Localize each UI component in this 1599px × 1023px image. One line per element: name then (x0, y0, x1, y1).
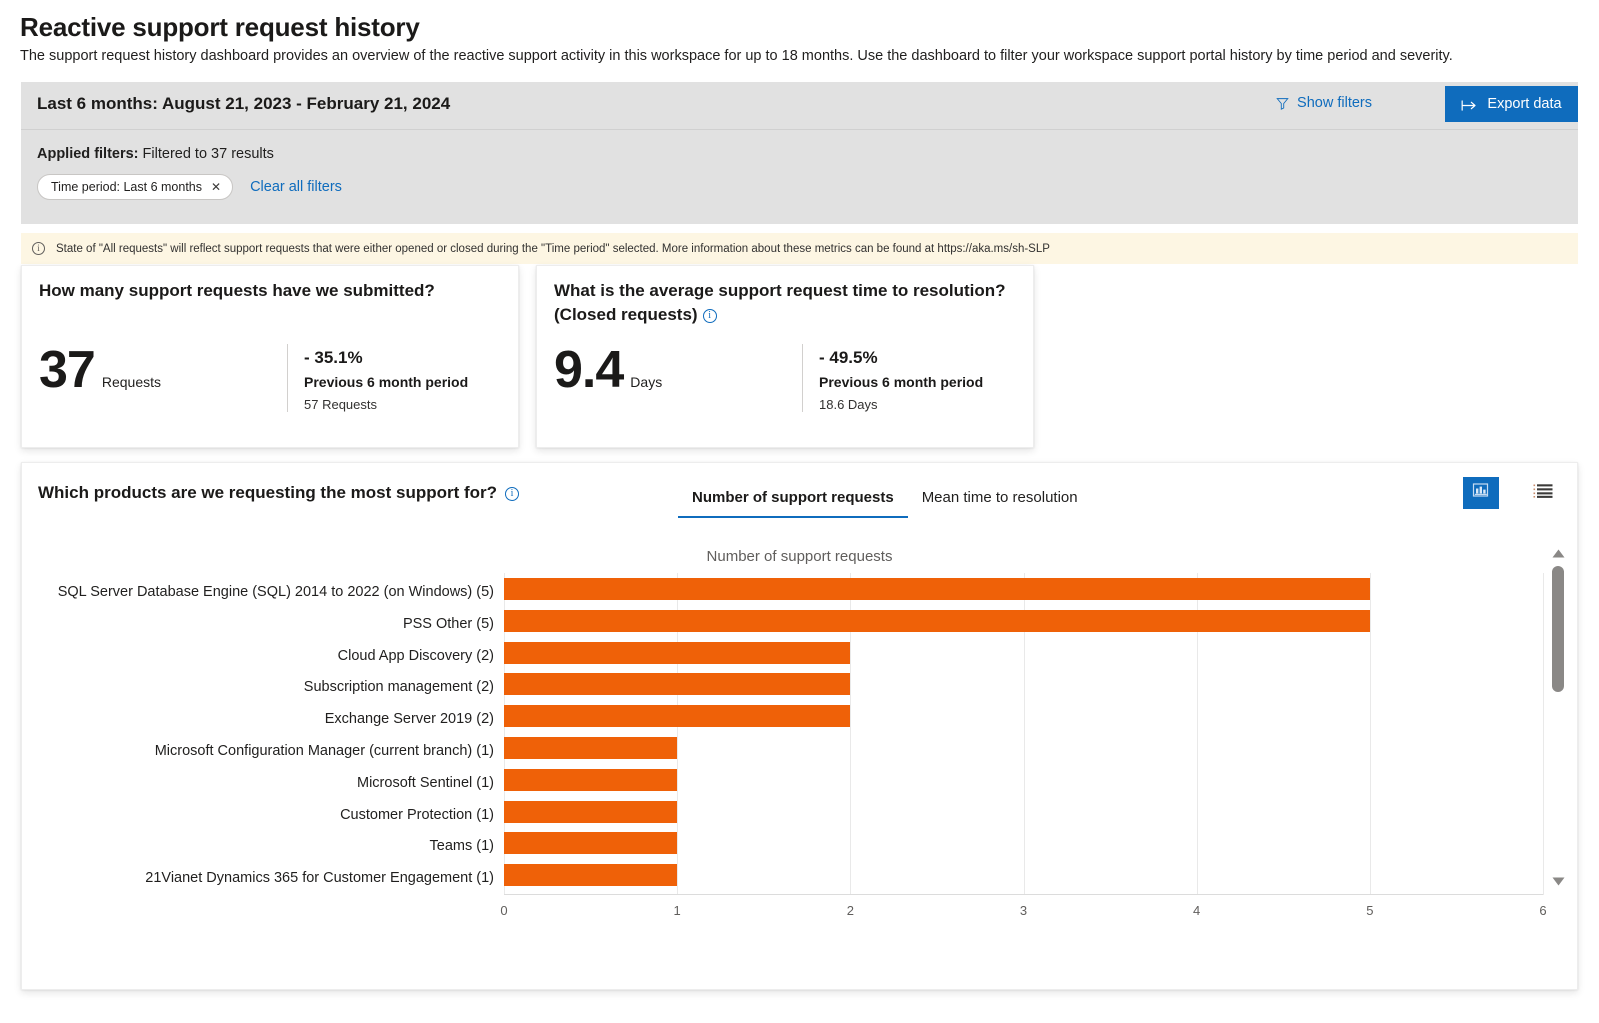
bar-chart-icon (1472, 482, 1490, 504)
chart-bar[interactable] (504, 705, 851, 728)
close-icon[interactable]: ✕ (211, 181, 221, 193)
kpi-previous-value: 57 Requests (304, 397, 377, 412)
kpi-main-value-group: 37 Requests (39, 344, 287, 412)
bar-chart-plot: SQL Server Database Engine (SQL) 2014 to… (22, 573, 1547, 918)
bar-category-label: Microsoft Configuration Manager (current… (154, 742, 494, 759)
filter-chips-row: Time period: Last 6 months ✕ Clear all f… (37, 174, 1562, 200)
filter-panel: Last 6 months: August 21, 2023 - Februar… (21, 82, 1578, 224)
kpi-card-requests: How many support requests have we submit… (21, 265, 519, 448)
chart-bar[interactable] (504, 768, 678, 791)
kpi-comparison: - 35.1% Previous 6 month period 57 Reque… (287, 344, 468, 412)
kpi-main-value-group: 9.4 Days (554, 344, 802, 412)
scrollbar-track[interactable] (1550, 562, 1567, 873)
chart-bar[interactable] (504, 641, 851, 664)
chevron-up-icon[interactable] (1550, 545, 1567, 562)
export-data-button[interactable]: Export data (1445, 86, 1578, 122)
chevron-down-icon[interactable] (1550, 873, 1567, 890)
bar-category-label: Microsoft Sentinel (1) (357, 774, 494, 791)
chart-bar[interactable] (504, 736, 678, 759)
chart-question: Which products are we requesting the mos… (38, 483, 520, 503)
info-icon[interactable]: i (702, 308, 717, 323)
kpi-body: 9.4 Days - 49.5% Previous 6 month period… (554, 344, 1023, 412)
scrollbar-thumb[interactable] (1552, 566, 1564, 692)
page-title: Reactive support request history (20, 12, 420, 42)
kpi-question: What is the average support request time… (554, 279, 1017, 327)
chart-bar[interactable] (504, 832, 678, 855)
chart-gridline (1369, 573, 1371, 895)
chart-x-tick-label: 5 (1366, 903, 1374, 918)
bar-category-label: Exchange Server 2019 (2) (324, 711, 494, 728)
export-data-label: Export data (1487, 96, 1562, 112)
kpi-question: How many support requests have we submit… (39, 279, 502, 303)
dashboard-page: Reactive support request history The sup… (0, 0, 1599, 1023)
kpi-unit: Days (630, 374, 663, 390)
bar-category-label: SQL Server Database Engine (SQL) 2014 to… (57, 583, 494, 600)
kpi-question-text: What is the average support request time… (554, 281, 1006, 324)
chart-x-tick-label: 2 (846, 903, 854, 918)
filter-chip-label: Time period: Last 6 months (51, 180, 202, 194)
chart-x-tick-label: 4 (1193, 903, 1201, 918)
list-view-icon (1533, 483, 1553, 504)
bar-category-label: Subscription management (2) (303, 679, 494, 696)
kpi-previous-label: Previous 6 month period (304, 374, 469, 390)
kpi-comparison: - 49.5% Previous 6 month period 18.6 Day… (802, 344, 983, 412)
clear-all-filters-link[interactable]: Clear all filters (250, 179, 342, 195)
applied-filters-section: Applied filters: Filtered to 37 results … (21, 130, 1578, 200)
chart-view-toggle-button[interactable] (1463, 477, 1499, 509)
chart-bar[interactable] (504, 577, 1370, 600)
kpi-value: 9.4 (554, 341, 624, 399)
chart-tabs: Number of support requests Mean time to … (678, 483, 1092, 518)
bar-category-label: Cloud App Discovery (2) (337, 647, 494, 664)
show-filters-button[interactable]: Show filters (1276, 95, 1372, 111)
chart-question-text: Which products are we requesting the mos… (38, 483, 498, 502)
bar-category-label: PSS Other (5) (402, 615, 494, 632)
applied-filters-count: Filtered to 37 results (142, 146, 274, 162)
chart-scrollbar[interactable] (1550, 545, 1567, 890)
funnel-icon (1276, 97, 1289, 110)
kpi-body: 37 Requests - 35.1% Previous 6 month per… (39, 344, 508, 412)
tab-number-of-support-requests[interactable]: Number of support requests (678, 483, 908, 518)
kpi-delta-percent: - 35.1% (304, 348, 363, 367)
date-range-title: Last 6 months: August 21, 2023 - Februar… (37, 94, 451, 113)
bar-category-label: Customer Protection (1) (340, 806, 494, 823)
kpi-previous-value: 18.6 Days (819, 397, 878, 412)
applied-filters-label: Applied filters: (37, 146, 139, 162)
page-description: The support request history dashboard pr… (20, 48, 1453, 64)
products-chart-card: Which products are we requesting the mos… (21, 462, 1578, 990)
export-arrow-icon (1461, 99, 1478, 111)
bar-category-label: Teams (1) (429, 838, 494, 855)
chart-bar[interactable] (504, 800, 678, 823)
bar-category-label: 21Vianet Dynamics 365 for Customer Engag… (145, 870, 494, 887)
chart-x-tick-label: 1 (673, 903, 681, 918)
chart-x-tick-label: 0 (500, 903, 508, 918)
chart-bar[interactable] (504, 609, 1370, 632)
kpi-card-time-to-resolution: What is the average support request time… (536, 265, 1034, 448)
filter-panel-header: Last 6 months: August 21, 2023 - Februar… (21, 82, 1578, 130)
kpi-unit: Requests (101, 374, 161, 390)
tab-mean-time-to-resolution[interactable]: Mean time to resolution (908, 483, 1092, 518)
chart-x-tick-label: 3 (1019, 903, 1028, 918)
list-view-toggle-button[interactable] (1525, 477, 1561, 509)
show-filters-label: Show filters (1297, 95, 1372, 111)
info-banner: i State of "All requests" will reflect s… (21, 233, 1578, 264)
kpi-question-text: How many support requests have we submit… (39, 281, 435, 300)
kpi-delta-percent: - 49.5% (819, 348, 878, 367)
chart-bar[interactable] (504, 864, 678, 887)
chart-x-axis-line (504, 894, 1543, 895)
info-banner-text: State of "All requests" will reflect sup… (56, 242, 1050, 255)
chart-bar[interactable] (504, 673, 851, 696)
applied-filters-summary: Applied filters: Filtered to 37 results (37, 146, 1562, 162)
chart-plot-title: Number of support requests (706, 548, 893, 565)
chart-gridline (1543, 573, 1544, 895)
kpi-value: 37 (39, 341, 96, 399)
info-icon[interactable]: i (505, 487, 520, 501)
kpi-previous-label: Previous 6 month period (819, 374, 984, 390)
filter-chip-time-period[interactable]: Time period: Last 6 months ✕ (37, 174, 234, 200)
info-icon: i (32, 242, 45, 255)
chart-x-tick-label: 6 (1539, 903, 1547, 918)
